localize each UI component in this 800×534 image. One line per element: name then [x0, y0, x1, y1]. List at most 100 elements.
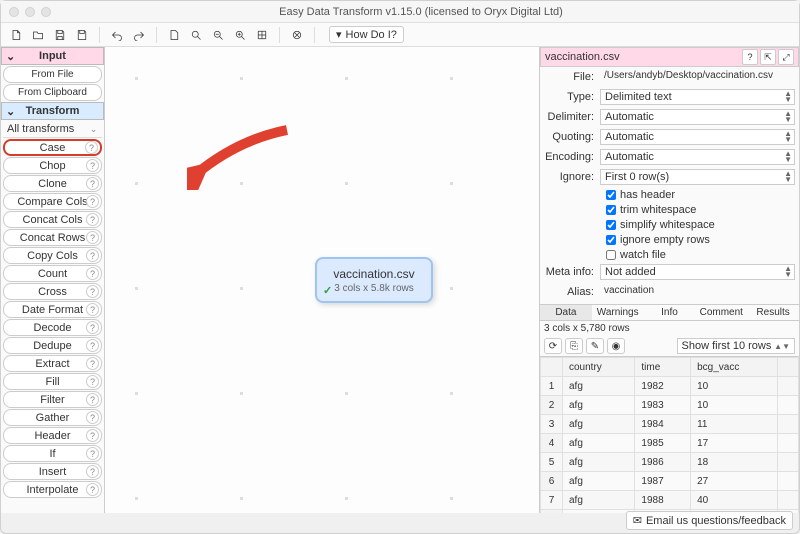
tab-warnings[interactable]: Warnings [592, 305, 644, 320]
table-cell[interactable]: 1987 [635, 472, 691, 491]
copy-icon[interactable]: ⎘ [565, 338, 583, 354]
input-item-from-file[interactable]: From File [3, 66, 102, 83]
table-row[interactable]: 2afg198310 [541, 396, 799, 415]
table-row[interactable]: 4afg198517 [541, 434, 799, 453]
transform-item-gather[interactable]: Gather? [3, 409, 102, 426]
zoom-in-icon[interactable] [231, 26, 249, 44]
table-cell[interactable]: afg [563, 491, 635, 510]
transform-item-chop[interactable]: Chop? [3, 157, 102, 174]
table-cell[interactable]: afg [563, 434, 635, 453]
grid-icon[interactable] [253, 26, 271, 44]
transform-item-case[interactable]: Case? [3, 139, 102, 156]
feedback-button[interactable]: ✉ Email us questions/feedback [626, 511, 793, 530]
delimiter-select[interactable]: Automatic▲▼ [600, 109, 795, 125]
transform-item-header[interactable]: Header? [3, 427, 102, 444]
table-cell[interactable]: afg [563, 453, 635, 472]
option-ignore-empty-rows[interactable]: ignore empty rows [540, 232, 799, 247]
transform-item-copy-cols[interactable]: Copy Cols? [3, 247, 102, 264]
table-row[interactable]: 3afg198411 [541, 415, 799, 434]
transform-item-clone[interactable]: Clone? [3, 175, 102, 192]
table-row[interactable]: 7afg198840 [541, 491, 799, 510]
redo-icon[interactable] [130, 26, 148, 44]
help-icon[interactable]: ? [86, 411, 99, 424]
table-cell[interactable]: afg [563, 396, 635, 415]
table-row[interactable]: 5afg198618 [541, 453, 799, 472]
transform-section-header[interactable]: ⌄ Transform [1, 102, 104, 120]
view-icon[interactable]: ◉ [607, 338, 625, 354]
table-row[interactable]: 1afg198210 [541, 377, 799, 396]
option-watch-file[interactable]: watch file [540, 247, 799, 262]
table-cell[interactable]: afg [563, 510, 635, 514]
type-select[interactable]: Delimited text▲▼ [600, 89, 795, 105]
help-icon[interactable]: ? [742, 49, 758, 65]
table-cell[interactable]: 10 [691, 396, 778, 415]
help-icon[interactable]: ? [86, 267, 99, 280]
metainfo-select[interactable]: Not added▲▼ [600, 264, 795, 280]
new-file-icon[interactable] [7, 26, 25, 44]
checkbox[interactable] [606, 205, 616, 215]
table-cell[interactable]: afg [563, 377, 635, 396]
help-icon[interactable]: ? [86, 231, 99, 244]
tab-data[interactable]: Data [540, 305, 592, 320]
help-icon[interactable]: ? [86, 159, 99, 172]
help-icon[interactable]: ? [86, 465, 99, 478]
checkbox[interactable] [606, 250, 616, 260]
table-cell[interactable]: 1982 [635, 377, 691, 396]
show-rows-select[interactable]: Show first 10 rows ▲▼ [677, 338, 796, 354]
save-file-icon[interactable] [51, 26, 69, 44]
option-simplify-whitespace[interactable]: simplify whitespace [540, 217, 799, 232]
table-cell[interactable]: 1986 [635, 453, 691, 472]
tab-info[interactable]: Info [644, 305, 696, 320]
help-icon[interactable]: ? [86, 303, 99, 316]
table-cell[interactable]: 10 [691, 377, 778, 396]
tab-results[interactable]: Results [747, 305, 799, 320]
help-icon[interactable]: ? [86, 321, 99, 334]
help-icon[interactable]: ? [85, 141, 98, 154]
checkbox[interactable] [606, 220, 616, 230]
table-cell[interactable]: 1988 [635, 491, 691, 510]
table-cell[interactable]: 1983 [635, 396, 691, 415]
transform-item-filter[interactable]: Filter? [3, 391, 102, 408]
table-cell[interactable]: afg [563, 472, 635, 491]
data-node[interactable]: ✓ vaccination.csv 3 cols x 5.8k rows [315, 257, 433, 303]
checkbox[interactable] [606, 190, 616, 200]
quoting-select[interactable]: Automatic▲▼ [600, 129, 795, 145]
checkbox[interactable] [606, 235, 616, 245]
tab-comment[interactable]: Comment [695, 305, 747, 320]
help-icon[interactable]: ? [86, 213, 99, 226]
transform-item-if[interactable]: If? [3, 445, 102, 462]
input-section-header[interactable]: ⌄ Input [1, 47, 104, 65]
table-cell[interactable]: 11 [691, 415, 778, 434]
close-window-icon[interactable] [9, 7, 19, 17]
input-item-from-clipboard[interactable]: From Clipboard [3, 84, 102, 101]
help-icon[interactable]: ? [86, 249, 99, 262]
option-trim-whitespace[interactable]: trim whitespace [540, 202, 799, 217]
transform-item-decode[interactable]: Decode? [3, 319, 102, 336]
table-cell[interactable]: 17 [691, 434, 778, 453]
transform-item-fill[interactable]: Fill? [3, 373, 102, 390]
help-icon[interactable]: ? [86, 393, 99, 406]
search-icon[interactable] [187, 26, 205, 44]
transform-item-compare-cols[interactable]: Compare Cols? [3, 193, 102, 210]
table-row[interactable]: 6afg198727 [541, 472, 799, 491]
expand-icon[interactable]: ⤢ [778, 49, 794, 65]
zoom-window-icon[interactable] [41, 7, 51, 17]
edit-icon[interactable]: ✎ [586, 338, 604, 354]
transform-item-count[interactable]: Count? [3, 265, 102, 282]
table-cell[interactable]: 27 [691, 472, 778, 491]
table-cell[interactable]: 1984 [635, 415, 691, 434]
how-do-i-dropdown[interactable]: ▾ How Do I? [329, 26, 404, 43]
transform-item-extract[interactable]: Extract? [3, 355, 102, 372]
help-icon[interactable]: ? [86, 339, 99, 352]
alias-value[interactable]: vaccination [600, 284, 795, 300]
refresh-icon[interactable]: ⟳ [544, 338, 562, 354]
help-icon[interactable]: ? [86, 429, 99, 442]
encoding-select[interactable]: Automatic▲▼ [600, 149, 795, 165]
table-cell[interactable]: afg [563, 415, 635, 434]
column-header[interactable]: country [563, 358, 635, 377]
zoom-out-icon[interactable] [209, 26, 227, 44]
minimize-window-icon[interactable] [25, 7, 35, 17]
transform-item-dedupe[interactable]: Dedupe? [3, 337, 102, 354]
help-icon[interactable]: ? [86, 357, 99, 370]
help-icon[interactable]: ? [86, 195, 99, 208]
